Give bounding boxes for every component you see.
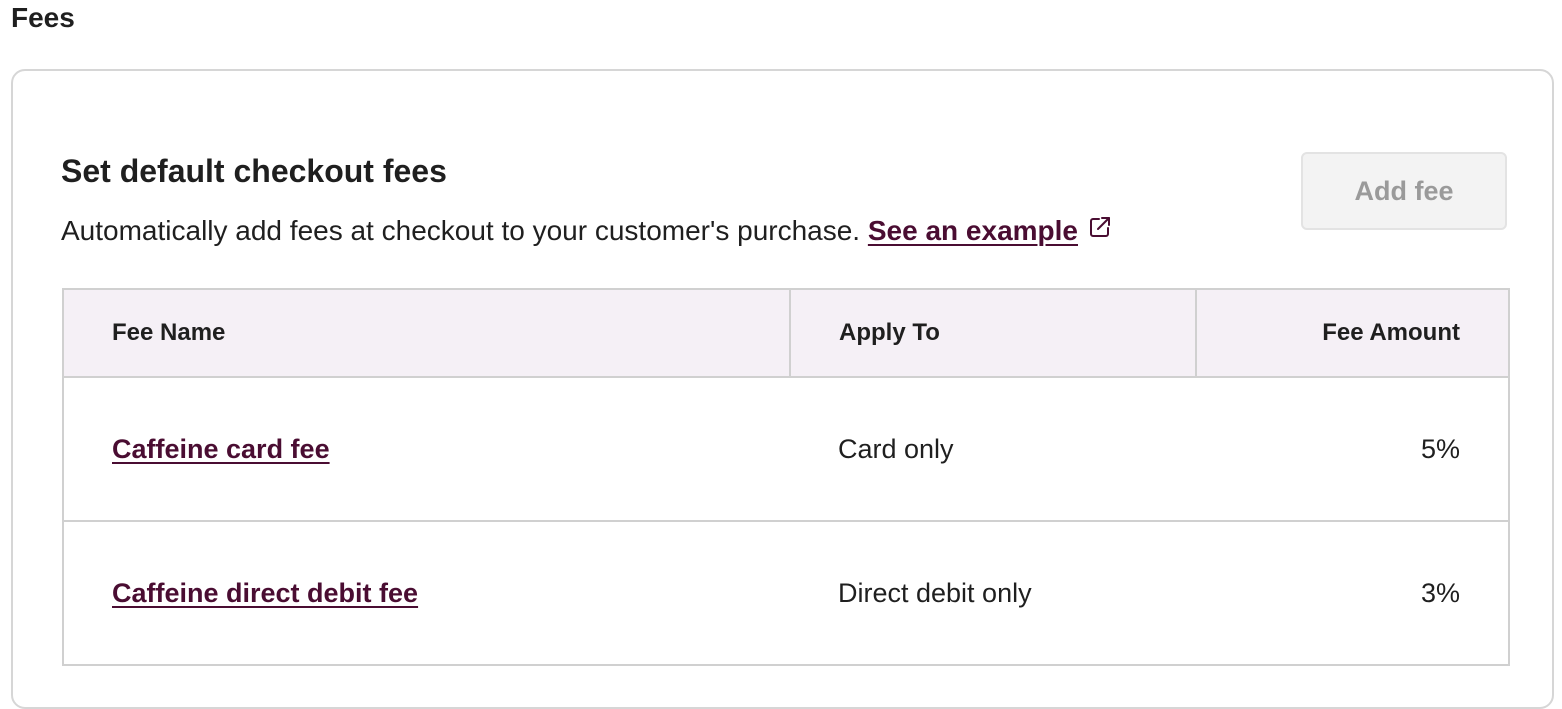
table-row: Caffeine card fee Card only 5% <box>62 376 1510 522</box>
fee-name-link[interactable]: Caffeine card fee <box>112 434 330 464</box>
fee-name-cell: Caffeine direct debit fee <box>62 520 790 666</box>
fee-amount-cell: 5% <box>1196 376 1510 522</box>
fee-name-cell: Caffeine card fee <box>62 376 790 522</box>
description-text: Automatically add fees at checkout to yo… <box>61 215 861 246</box>
fees-table: Fee Name Apply To Fee Amount Caffeine ca… <box>62 288 1510 666</box>
fee-amount-cell: 3% <box>1196 520 1510 666</box>
section-title: Set default checkout fees <box>61 153 447 189</box>
table-header-row: Fee Name Apply To Fee Amount <box>62 288 1510 378</box>
page-title: Fees <box>11 2 75 33</box>
add-fee-button[interactable]: Add fee <box>1301 152 1507 230</box>
apply-to-cell: Card only <box>790 376 1196 522</box>
fees-card: Set default checkout fees Automatically … <box>11 69 1554 709</box>
column-header-fee-amount: Fee Amount <box>1195 288 1510 378</box>
fee-name-link[interactable]: Caffeine direct debit fee <box>112 578 418 608</box>
column-header-fee-name: Fee Name <box>62 288 791 378</box>
column-header-apply-to: Apply To <box>789 288 1197 378</box>
apply-to-cell: Direct debit only <box>790 520 1196 666</box>
table-row: Caffeine direct debit fee Direct debit o… <box>62 520 1510 666</box>
see-example-link[interactable]: See an example <box>868 215 1078 246</box>
external-link-icon[interactable] <box>1088 212 1112 248</box>
section-description: Automatically add fees at checkout to yo… <box>61 213 1112 249</box>
